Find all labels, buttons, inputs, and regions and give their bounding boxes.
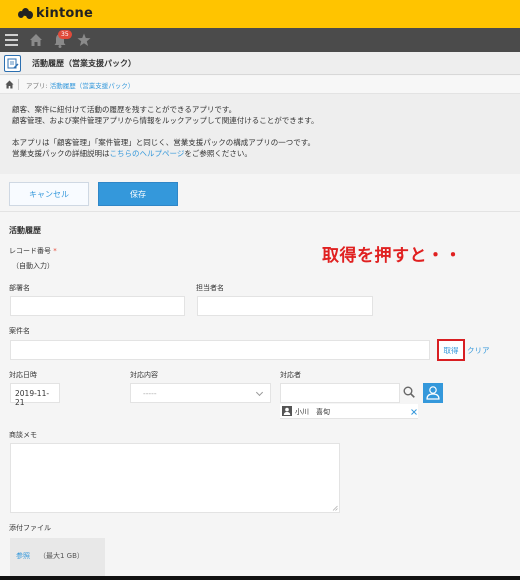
remove-user-icon[interactable]: [411, 409, 417, 415]
app-description: 顧客、案件に紐付けて活動の履歴を残すことができるアプリです。 顧客管理、および案…: [0, 94, 520, 174]
department-label: 部署名: [9, 284, 30, 292]
annotation-callout: 取得を押すと・・: [322, 246, 462, 266]
record-form: 活動履歴 レコード番号 * （自動入力） 取得を押すと・・ 部署名 担当者名 案…: [0, 213, 520, 580]
app-edit-icon: [4, 55, 21, 72]
browse-link[interactable]: 参照: [16, 551, 30, 561]
help-page-link[interactable]: こちらのヘルプページ: [110, 149, 185, 158]
contact-label: 担当者名: [196, 284, 224, 292]
breadcrumb-app-link[interactable]: 活動履歴（営業支援パック）: [50, 82, 135, 90]
user-avatar-icon: [282, 406, 292, 416]
memo-label: 商談メモ: [9, 431, 37, 439]
save-button[interactable]: 保存: [98, 182, 178, 206]
responder-label: 対応者: [280, 371, 301, 379]
bottom-edge: [0, 576, 520, 580]
description-line: 顧客管理、および案件管理アプリから情報をルックアップして関連付けることができます…: [12, 116, 319, 125]
description-line: 顧客、案件に紐付けて活動の履歴を残すことができるアプリです。: [12, 105, 237, 114]
breadcrumb: アプリ: 活動履歴（営業支援パック）: [0, 76, 520, 94]
breadcrumb-trail: アプリ: 活動履歴（営業支援パック）: [26, 80, 134, 90]
form-toolbar: キャンセル 保存: [0, 174, 520, 212]
user-icon: [426, 386, 440, 400]
description-line: 営業支援パックの詳細説明はこちらのヘルプページをご参照ください。: [12, 149, 252, 158]
case-label: 案件名: [9, 327, 30, 335]
description-line: 本アプリは「顧客管理」「案件管理」と同じく、営業支援パックの構成アプリの一つです…: [12, 138, 315, 147]
page-title: 活動履歴（営業支援パック）: [32, 59, 136, 68]
home-icon[interactable]: [5, 80, 14, 89]
cancel-button[interactable]: キャンセル: [9, 182, 89, 206]
record-number-label: レコード番号 *: [9, 247, 57, 255]
kintone-logo-icon: [18, 8, 33, 19]
file-upload-area: 参照 （最大1 GB）: [10, 538, 105, 580]
clear-link[interactable]: クリア: [467, 345, 490, 356]
kintone-logo[interactable]: kintone: [18, 6, 93, 21]
department-field[interactable]: [10, 296, 185, 316]
record-number-value: （自動入力）: [12, 262, 54, 270]
brand-bar: kintone: [0, 0, 520, 28]
home-icon[interactable]: [29, 33, 43, 47]
memo-textarea[interactable]: [10, 443, 340, 513]
date-label: 対応日時: [9, 371, 37, 379]
star-icon[interactable]: [77, 33, 91, 47]
fetch-button[interactable]: 取得: [437, 339, 465, 361]
attachment-label: 添付ファイル: [9, 524, 51, 532]
breadcrumb-prefix: アプリ:: [26, 82, 48, 90]
brand-name: kintone: [36, 6, 93, 21]
contact-field[interactable]: [197, 296, 373, 316]
resize-handle-icon[interactable]: [332, 505, 338, 511]
user-picker-button[interactable]: [423, 383, 443, 403]
content-label: 対応内容: [130, 371, 158, 379]
selected-user-name: 小川 喜旬: [295, 408, 330, 416]
app-header: 活動履歴（営業支援パック）: [0, 52, 520, 75]
menu-icon[interactable]: [5, 34, 19, 46]
case-field[interactable]: [10, 340, 430, 360]
notification-badge: 35: [58, 30, 72, 39]
responder-search-input[interactable]: [280, 383, 400, 403]
section-title: 活動履歴: [9, 226, 41, 235]
required-mark: *: [53, 247, 57, 255]
chevron-down-icon: [255, 388, 264, 397]
search-icon[interactable]: [403, 386, 415, 398]
date-field[interactable]: 2019-11-21: [10, 383, 60, 407]
selected-user-chip: 小川 喜旬: [280, 404, 418, 419]
content-select[interactable]: -----: [130, 383, 271, 403]
global-nav: 35: [0, 28, 520, 52]
max-size-text: （最大1 GB）: [39, 552, 84, 560]
breadcrumb-divider: [18, 79, 19, 90]
